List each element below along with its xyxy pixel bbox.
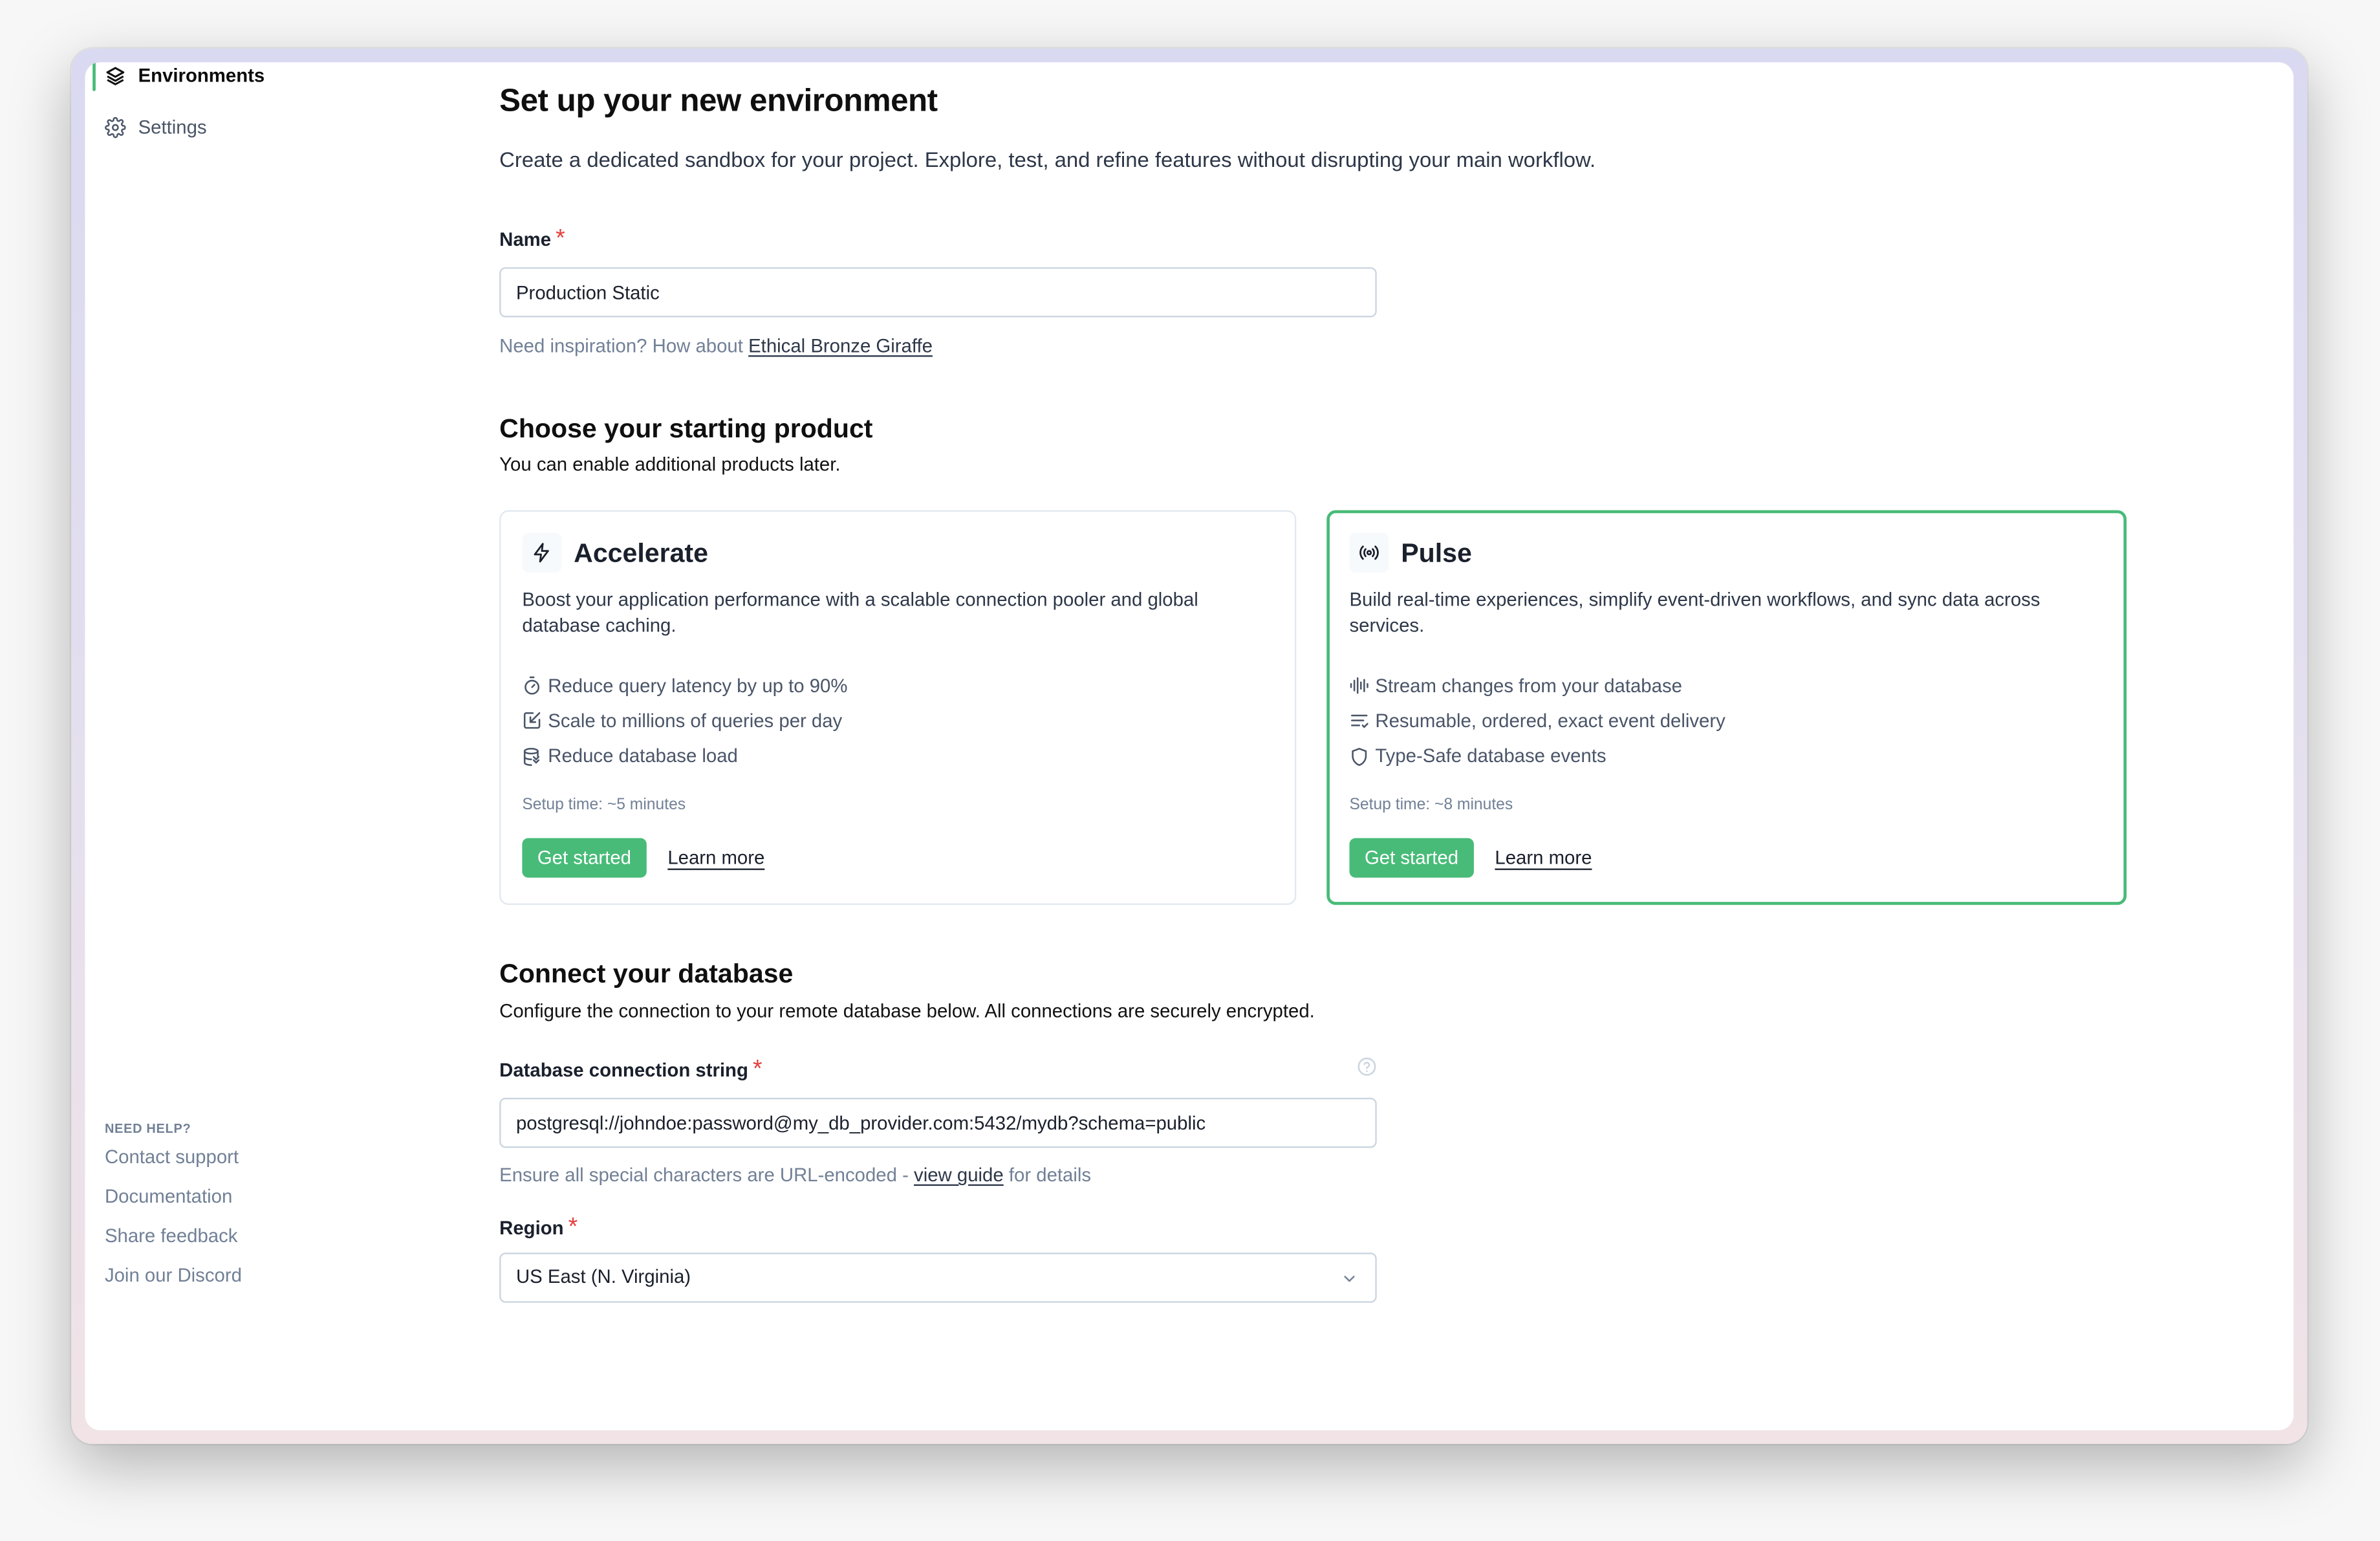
feature-item: Stream changes from your database — [1349, 668, 2102, 704]
region-select[interactable]: US East (N. Virginia) — [499, 1252, 1377, 1303]
card-title: Pulse — [1401, 536, 1472, 567]
view-guide-link[interactable]: view guide — [914, 1164, 1004, 1186]
gear-icon — [105, 116, 126, 138]
sidebar-item-label: Environments — [138, 65, 265, 87]
contact-support-link[interactable]: Contact support — [105, 1145, 242, 1171]
window-frame: Environments Settings NEED HELP? Contact… — [71, 49, 2308, 1444]
learn-more-link[interactable]: Learn more — [1495, 847, 1592, 868]
broadcast-icon — [1359, 545, 1379, 560]
get-started-button[interactable]: Get started — [522, 838, 647, 878]
feature-item: Resumable, ordered, exact event delivery — [1349, 703, 2102, 739]
chevron-down-icon — [1344, 1276, 1355, 1282]
database-section-title: Connect your database — [499, 957, 794, 989]
lightning-bolt-icon — [534, 543, 549, 563]
sidebar-item-label: Settings — [138, 116, 207, 138]
share-feedback-link[interactable]: Share feedback — [105, 1224, 242, 1250]
learn-more-link[interactable]: Learn more — [667, 847, 764, 868]
setup-time: Setup time: ~8 minutes — [1349, 795, 1513, 814]
documentation-link[interactable]: Documentation — [105, 1185, 242, 1210]
product-card-pulse[interactable]: Pulse Build real-time experiences, simpl… — [1326, 510, 2127, 905]
feature-item: Reduce database load — [522, 739, 1273, 774]
region-label: Region * — [499, 1214, 578, 1241]
required-mark: * — [568, 1214, 578, 1241]
help-title: NEED HELP? — [104, 1120, 191, 1136]
name-suggestion-link[interactable]: Ethical Bronze Giraffe — [748, 336, 933, 357]
help-question-icon[interactable] — [1357, 1057, 1377, 1077]
connection-string-label: Database connection string * — [499, 1056, 763, 1083]
setup-time: Setup time: ~5 minutes — [522, 795, 686, 814]
product-section-description: You can enable additional products later… — [499, 454, 841, 475]
main-content: Set up your new environment Create a ded… — [499, 62, 2293, 1430]
feature-item: Reduce query latency by up to 90% — [522, 668, 1273, 704]
database-section-description: Configure the connection to your remote … — [499, 1000, 1315, 1022]
get-started-button[interactable]: Get started — [1349, 838, 1474, 878]
audio-wave-icon — [1350, 677, 1368, 694]
page-title: Set up your new environment — [499, 83, 938, 119]
name-input[interactable] — [499, 267, 1377, 318]
region-selected-value: US East (N. Virginia) — [515, 1266, 691, 1288]
list-check-icon — [1351, 715, 1368, 729]
help-section: NEED HELP? Contact support Documentation… — [105, 1120, 242, 1303]
required-mark: * — [556, 226, 565, 252]
region-hint-clipped — [499, 1317, 1107, 1322]
stopwatch-icon — [525, 677, 540, 695]
required-mark: * — [752, 1056, 763, 1083]
sidebar: Environments Settings NEED HELP? Contact… — [85, 62, 449, 1430]
page-subtitle: Create a dedicated sandbox for your proj… — [499, 147, 1596, 172]
feature-item: Scale to millions of queries per day — [522, 703, 1273, 739]
shield-icon — [1352, 747, 1367, 766]
feature-item: Type-Safe database events — [1349, 739, 2102, 774]
name-label: Name * — [499, 226, 565, 252]
card-description: Boost your application performance with … — [522, 589, 1198, 636]
database-check-icon — [523, 747, 540, 766]
card-description: Build real-time experiences, simplify ev… — [1349, 589, 2040, 636]
sidebar-item-settings[interactable]: Settings — [105, 117, 207, 138]
card-title: Accelerate — [574, 536, 708, 567]
sidebar-item-environments[interactable]: Environments — [92, 62, 265, 91]
scale-arrow-icon — [523, 712, 541, 730]
layers-icon — [106, 67, 125, 85]
product-card-accelerate[interactable]: Accelerate Boost your application perfor… — [499, 510, 1297, 905]
app-window: Environments Settings NEED HELP? Contact… — [85, 62, 2294, 1430]
discord-link[interactable]: Join our Discord — [105, 1263, 242, 1289]
connection-string-input[interactable] — [499, 1097, 1377, 1148]
product-section-title: Choose your starting product — [499, 413, 873, 444]
connection-string-hint: Ensure all special characters are URL-en… — [499, 1164, 1092, 1186]
name-hint: Need inspiration? How about Ethical Bron… — [499, 335, 933, 357]
